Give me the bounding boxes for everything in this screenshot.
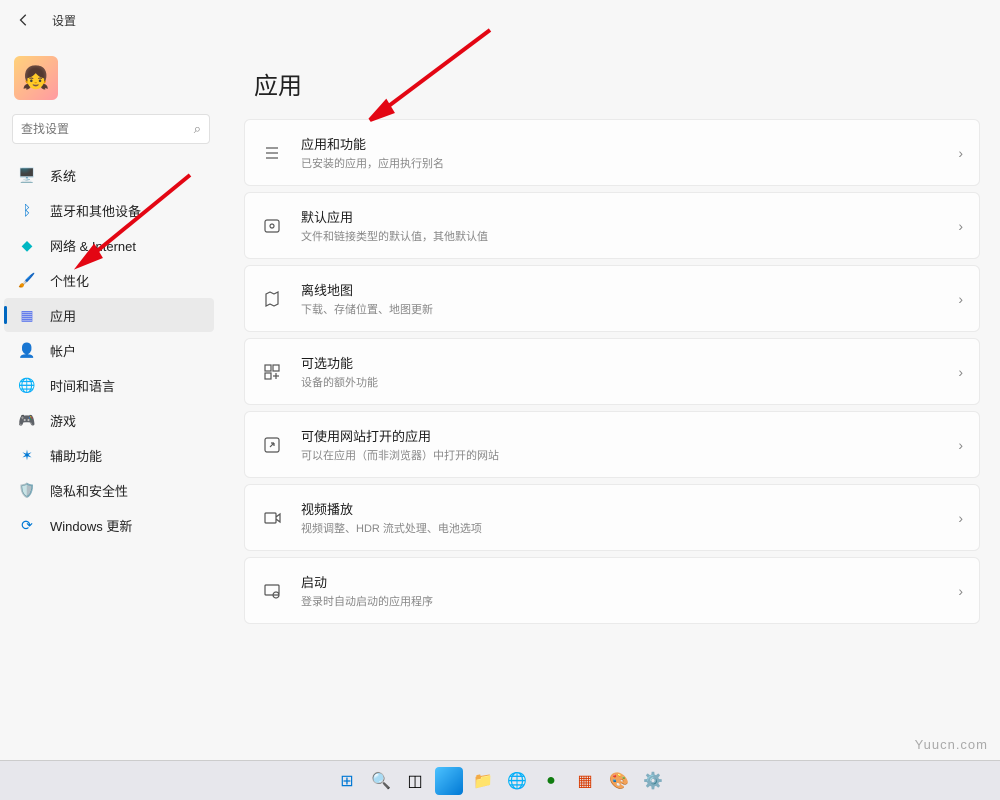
list-icon	[261, 142, 283, 164]
card-optional-features[interactable]: 可选功能设备的额外功能 ›	[244, 338, 980, 405]
chevron-right-icon: ›	[958, 583, 963, 599]
sidebar-item-label: 网络 & Internet	[50, 236, 136, 255]
sidebar-item-time-language[interactable]: 🌐 时间和语言	[4, 368, 214, 402]
main-content: 应用 应用和功能已安装的应用，应用执行别名 › 默认应用文件和链接类型的默认值，…	[218, 40, 1000, 760]
card-startup[interactable]: 启动登录时自动启动的应用程序 ›	[244, 557, 980, 624]
sidebar-item-label: 系统	[50, 166, 76, 185]
globe-icon: 🌐	[18, 376, 36, 394]
display-icon: 🖥️	[18, 166, 36, 184]
sidebar-item-privacy[interactable]: 🛡️ 隐私和安全性	[4, 473, 214, 507]
sidebar-item-label: 个性化	[50, 271, 89, 290]
person-icon: 👤	[18, 341, 36, 359]
sidebar-item-label: 隐私和安全性	[50, 481, 128, 500]
card-title: 离线地图	[301, 280, 940, 299]
bluetooth-icon: ᛒ	[18, 201, 36, 219]
sidebar-item-label: 应用	[50, 306, 76, 325]
taskbar-start-icon[interactable]: ⊞	[333, 767, 361, 795]
taskbar-taskview-icon[interactable]: ◫	[401, 767, 429, 795]
card-offline-maps[interactable]: 离线地图下载、存储位置、地图更新 ›	[244, 265, 980, 332]
chevron-right-icon: ›	[958, 437, 963, 453]
card-title: 视频播放	[301, 499, 940, 518]
taskbar-settings-icon[interactable]: ⚙️	[639, 767, 667, 795]
back-button[interactable]	[12, 8, 36, 32]
page-title: 应用	[254, 66, 980, 101]
search-input[interactable]	[21, 122, 194, 136]
card-title: 可使用网站打开的应用	[301, 426, 940, 445]
search-icon: ⌕	[194, 121, 201, 137]
grid-plus-icon	[261, 361, 283, 383]
card-title: 可选功能	[301, 353, 940, 372]
sidebar-item-apps[interactable]: ▦ 应用	[4, 298, 214, 332]
card-apps-features[interactable]: 应用和功能已安装的应用，应用执行别名 ›	[244, 119, 980, 186]
sidebar: 👧 ⌕ 🖥️ 系统 ᛒ 蓝牙和其他设备 ◆ 网络 & Internet 🖌️ 个性化 ▦…	[0, 40, 218, 760]
card-video-playback[interactable]: 视频播放视频调整、HDR 流式处理、电池选项 ›	[244, 484, 980, 551]
sidebar-item-label: 辅助功能	[50, 446, 102, 465]
watermark: Yuucn.com	[915, 737, 988, 752]
card-desc: 登录时自动启动的应用程序	[301, 593, 940, 609]
taskbar-office-icon[interactable]: ▦	[571, 767, 599, 795]
card-desc: 已安装的应用，应用执行别名	[301, 155, 940, 171]
card-title: 应用和功能	[301, 134, 940, 153]
chevron-right-icon: ›	[958, 145, 963, 161]
avatar[interactable]: 👧	[14, 56, 58, 100]
launch-icon	[261, 434, 283, 456]
sidebar-item-label: Windows 更新	[50, 516, 132, 535]
taskbar-paint-icon[interactable]: 🎨	[605, 767, 633, 795]
window-title: 设置	[52, 12, 76, 29]
sidebar-item-label: 游戏	[50, 411, 76, 430]
chevron-right-icon: ›	[958, 510, 963, 526]
accessibility-icon: ✶	[18, 446, 36, 464]
taskbar-app-icon[interactable]: ●	[537, 767, 565, 795]
sidebar-item-label: 时间和语言	[50, 376, 115, 395]
sidebar-item-accessibility[interactable]: ✶ 辅助功能	[4, 438, 214, 472]
default-apps-icon	[261, 215, 283, 237]
video-icon	[261, 507, 283, 529]
taskbar[interactable]: ⊞ 🔍 ◫ 📁 🌐 ● ▦ 🎨 ⚙️	[0, 760, 1000, 800]
card-apps-for-websites[interactable]: 可使用网站打开的应用可以在应用（而非浏览器）中打开的网站 ›	[244, 411, 980, 478]
sidebar-item-label: 蓝牙和其他设备	[50, 201, 141, 220]
search-box[interactable]: ⌕	[12, 114, 210, 144]
sidebar-item-network[interactable]: ◆ 网络 & Internet	[4, 228, 214, 262]
card-default-apps[interactable]: 默认应用文件和链接类型的默认值，其他默认值 ›	[244, 192, 980, 259]
sidebar-item-label: 帐户	[50, 341, 76, 360]
card-desc: 视频调整、HDR 流式处理、电池选项	[301, 520, 940, 536]
taskbar-search-icon[interactable]: 🔍	[367, 767, 395, 795]
sidebar-item-gaming[interactable]: 🎮 游戏	[4, 403, 214, 437]
sidebar-item-system[interactable]: 🖥️ 系统	[4, 158, 214, 192]
gamepad-icon: 🎮	[18, 411, 36, 429]
brush-icon: 🖌️	[18, 271, 36, 289]
card-title: 启动	[301, 572, 940, 591]
sidebar-item-personalization[interactable]: 🖌️ 个性化	[4, 263, 214, 297]
card-desc: 文件和链接类型的默认值，其他默认值	[301, 228, 940, 244]
sidebar-item-windows-update[interactable]: ⟳ Windows 更新	[4, 508, 214, 542]
card-desc: 可以在应用（而非浏览器）中打开的网站	[301, 447, 940, 463]
shield-icon: 🛡️	[18, 481, 36, 499]
card-title: 默认应用	[301, 207, 940, 226]
chevron-right-icon: ›	[958, 291, 963, 307]
startup-icon	[261, 580, 283, 602]
card-desc: 下载、存储位置、地图更新	[301, 301, 940, 317]
taskbar-explorer-icon[interactable]: 📁	[469, 767, 497, 795]
sidebar-item-accounts[interactable]: 👤 帐户	[4, 333, 214, 367]
chevron-right-icon: ›	[958, 364, 963, 380]
sidebar-item-bluetooth[interactable]: ᛒ 蓝牙和其他设备	[4, 193, 214, 227]
taskbar-widgets-icon[interactable]	[435, 767, 463, 795]
taskbar-chrome-icon[interactable]: 🌐	[503, 767, 531, 795]
map-icon	[261, 288, 283, 310]
card-desc: 设备的额外功能	[301, 374, 940, 390]
title-bar: 设置	[0, 0, 1000, 40]
chevron-right-icon: ›	[958, 218, 963, 234]
apps-icon: ▦	[18, 306, 36, 324]
wifi-icon: ◆	[18, 236, 36, 254]
update-icon: ⟳	[18, 516, 36, 534]
